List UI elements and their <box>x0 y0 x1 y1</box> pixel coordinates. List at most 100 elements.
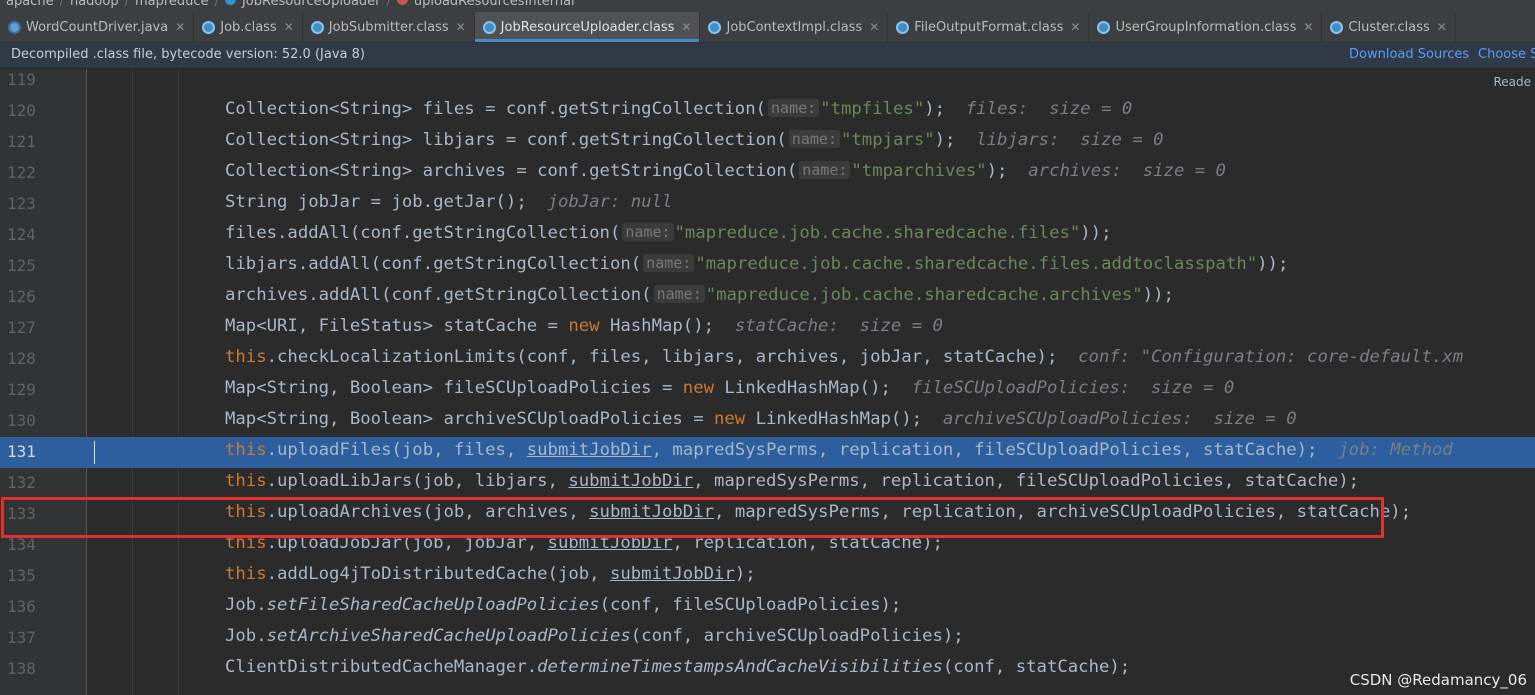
line-number: 125 <box>7 256 36 275</box>
tab-jobsubmitter[interactable]: JobSubmitter.class ✕ <box>303 12 475 42</box>
code-line[interactable]: 126 archives.addAll(conf.getStringCollec… <box>0 282 1535 313</box>
tab-job[interactable]: Job.class ✕ <box>194 12 303 42</box>
line-number: 122 <box>7 163 36 182</box>
line-number: 137 <box>7 628 36 647</box>
code-line[interactable]: 123 String jobJar = job.getJar(); jobJar… <box>0 189 1535 220</box>
code-line[interactable]: 121 Collection<String> libjars = conf.ge… <box>0 127 1535 158</box>
close-icon[interactable]: ✕ <box>284 20 294 34</box>
breadcrumb-item[interactable]: apache <box>6 0 54 9</box>
debug-value-hint: libjars: size = 0 <box>976 130 1164 150</box>
code-editor[interactable]: Reade 119 120 Collection<String> files =… <box>0 69 1535 695</box>
line-number: 128 <box>7 349 36 368</box>
tab-jobcontextimpl[interactable]: JobContextImpl.class ✕ <box>700 12 889 42</box>
code-line[interactable]: 133 this.uploadArchives(job, archives, s… <box>0 499 1535 530</box>
debug-value-hint: statCache: size = 0 <box>734 316 943 336</box>
code-line[interactable]: 138 ClientDistributedCacheManager.determ… <box>0 654 1535 685</box>
debug-value-hint: conf: "Configuration: core-default.xm <box>1078 347 1464 367</box>
tab-label: UserGroupInformation.class <box>1115 19 1297 35</box>
method-icon <box>396 0 408 5</box>
line-number: 120 <box>7 101 36 120</box>
tab-jobresourceuploader[interactable]: JobResourceUploader.class ✕ <box>474 12 701 42</box>
breadcrumb-item[interactable]: uploadResourcesInternal <box>414 0 575 9</box>
close-icon[interactable]: ✕ <box>869 20 879 34</box>
code-line[interactable]: 125 libjars.addAll(conf.getStringCollect… <box>0 251 1535 282</box>
breadcrumb-item[interactable]: hadoop <box>70 0 119 9</box>
editor-tab-bar: WordCountDriver.java ✕ Job.class ✕ JobSubm… <box>0 12 1535 43</box>
line-number: 131 <box>7 442 36 461</box>
line-number: 127 <box>7 318 36 337</box>
line-number: 130 <box>7 411 36 430</box>
breadcrumb: apache / hadoop / mapreduce / JobResourceUp… <box>0 0 1535 12</box>
code-line[interactable]: 119 <box>0 69 1535 96</box>
code-line[interactable]: 120 Collection<String> files = conf.getS… <box>0 96 1535 127</box>
tab-usergroupinformation[interactable]: UserGroupInformation.class ✕ <box>1089 12 1323 42</box>
class-file-icon <box>310 20 324 34</box>
debug-value-hint: archiveSCUploadPolicies: size = 0 <box>942 409 1297 429</box>
close-icon[interactable]: ✕ <box>1303 20 1313 34</box>
line-number: 124 <box>7 225 36 244</box>
code-line[interactable]: 129 Map<String, Boolean> fileSCUploadPol… <box>0 375 1535 406</box>
current-execution-line[interactable]: 131 this.uploadFiles(job, files, submitJ… <box>0 437 1535 468</box>
tab-fileoutputformat[interactable]: FileOutputFormat.class ✕ <box>888 12 1090 42</box>
tab-wordcountdriver[interactable]: WordCountDriver.java ✕ <box>0 12 195 42</box>
text-caret <box>94 441 95 464</box>
tab-label: FileOutputFormat.class <box>914 19 1064 35</box>
parameter-hint: name: <box>768 99 820 117</box>
tab-label: JobContextImpl.class <box>726 19 863 35</box>
java-file-icon <box>8 20 21 34</box>
tab-label: JobResourceUploader.class <box>500 19 675 35</box>
class-icon <box>224 0 236 5</box>
close-icon[interactable]: ✕ <box>1437 20 1447 34</box>
code-line[interactable]: 134 this.uploadJobJar(job, jobJar, submi… <box>0 530 1535 561</box>
line-number: 126 <box>7 287 36 306</box>
debug-value-hint: jobJar: null <box>547 192 673 212</box>
watermark: CSDN @Redamancy_06 <box>1349 671 1527 689</box>
close-icon[interactable]: ✕ <box>1070 20 1080 34</box>
tab-label: Job.class <box>220 19 277 35</box>
code-line[interactable]: 122 Collection<String> archives = conf.g… <box>0 158 1535 189</box>
tab-label: JobSubmitter.class <box>328 19 449 35</box>
breadcrumb-item[interactable]: mapreduce <box>135 0 209 9</box>
code-line[interactable]: 128 this.checkLocalizationLimits(conf, f… <box>0 344 1535 375</box>
parameter-hint: name: <box>622 223 674 241</box>
code-line[interactable]: 130 Map<String, Boolean> archiveSCUpload… <box>0 406 1535 437</box>
line-number: 132 <box>7 473 36 492</box>
tab-label: Cluster.class <box>1348 19 1430 35</box>
code-line[interactable]: 136 Job.setFileSharedCacheUploadPolicies… <box>0 592 1535 623</box>
close-icon[interactable]: ✕ <box>175 20 185 34</box>
class-file-icon <box>708 20 722 34</box>
close-icon[interactable]: ✕ <box>681 20 691 34</box>
line-number: 121 <box>7 132 36 151</box>
download-sources-link[interactable]: Download Sources <box>1349 47 1469 62</box>
code-line[interactable]: 124 files.addAll(conf.getStringCollectio… <box>0 220 1535 251</box>
line-number: 134 <box>7 535 36 554</box>
line-number: 138 <box>7 659 36 678</box>
class-file-icon <box>202 20 216 34</box>
code-line[interactable]: 127 Map<URI, FileStatus> statCache = new… <box>0 313 1535 344</box>
banner-message: Decompiled .class file, bytecode version… <box>11 47 365 62</box>
code-line[interactable]: 132 this.uploadLibJars(job, libjars, sub… <box>0 468 1535 499</box>
class-file-icon <box>482 20 496 34</box>
code-line[interactable]: 135 this.addLog4jToDistributedCache(job,… <box>0 561 1535 592</box>
line-number: 135 <box>7 566 36 585</box>
class-file-icon <box>1097 20 1111 34</box>
debug-value-hint: fileSCUploadPolicies: size = 0 <box>911 378 1235 398</box>
parameter-hint: name: <box>799 161 851 179</box>
parameter-hint: name: <box>653 285 705 303</box>
line-number: 136 <box>7 597 36 616</box>
debug-value-hint: archives: size = 0 <box>1028 161 1226 181</box>
class-file-icon <box>1330 20 1344 34</box>
close-icon[interactable]: ✕ <box>456 20 466 34</box>
choose-sources-link[interactable]: Choose So <box>1478 47 1535 62</box>
class-file-icon <box>896 20 910 34</box>
tab-cluster[interactable]: Cluster.class ✕ <box>1322 12 1456 42</box>
parameter-hint: name: <box>788 130 840 148</box>
decompiled-notice-banner: Decompiled .class file, bytecode version… <box>0 43 1535 69</box>
line-number: 123 <box>7 194 36 213</box>
parameter-hint: name: <box>643 254 695 272</box>
breadcrumb-item[interactable]: JobResourceUploader <box>242 0 381 9</box>
code-line[interactable]: 137 Job.setArchiveSharedCacheUploadPolic… <box>0 623 1535 654</box>
debug-value-hint: files: size = 0 <box>965 99 1133 119</box>
debug-value-hint: job: Method <box>1338 440 1453 460</box>
line-number: 119 <box>7 70 36 89</box>
